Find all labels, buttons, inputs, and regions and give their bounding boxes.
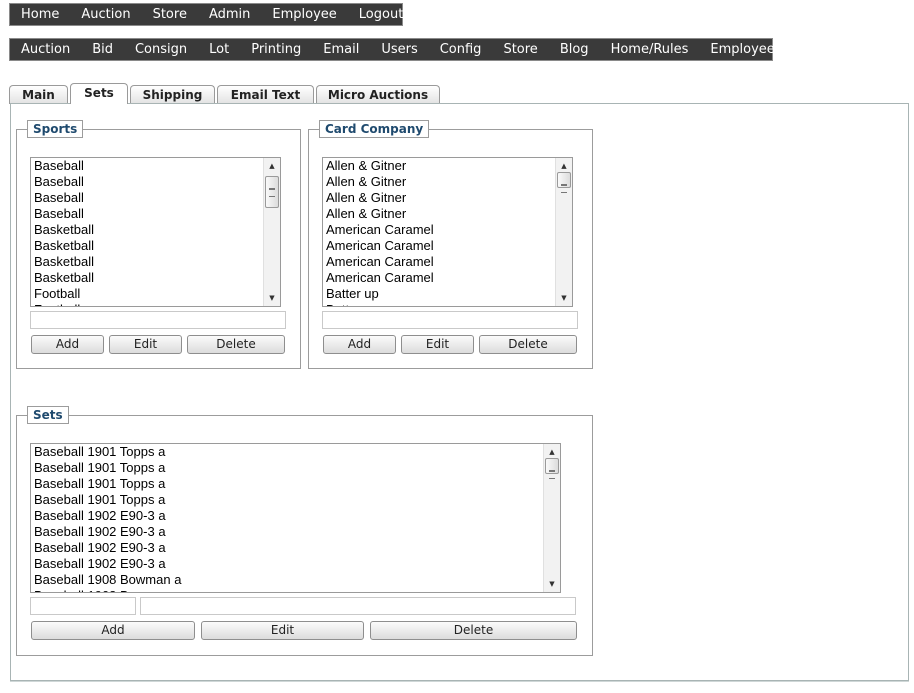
nav-logout-link[interactable]: Logout (348, 4, 415, 25)
sets-edit-button[interactable]: Edit (201, 621, 364, 640)
scroll-thumb[interactable] (265, 176, 279, 208)
nav-admin-link[interactable]: Admin (198, 4, 261, 25)
list-item[interactable]: Basketball (31, 270, 264, 286)
sports-listbox[interactable]: Baseball Baseball Baseball Baseball Basketba… (30, 157, 281, 307)
list-item[interactable]: Baseball 1902 E90-3 a (31, 508, 544, 524)
admin-nav-bar: Auction Bid Consign Lot Printing Email U… (9, 38, 782, 61)
list-item[interactable]: Basketball (31, 238, 264, 254)
list-item[interactable]: Baseball 1908 Bowman a (31, 572, 544, 588)
list-item[interactable]: Batter up (323, 286, 556, 302)
card-company-legend: Card Company (319, 120, 430, 138)
list-item[interactable]: American Caramel (323, 254, 556, 270)
card-company-name-input[interactable] (322, 311, 578, 329)
scroll-thumb[interactable] (557, 172, 571, 193)
nav-store-link[interactable]: Store (142, 4, 198, 25)
sets-list-items: Baseball 1901 Topps a Baseball 1901 Topps… (31, 444, 544, 592)
card-company-add-button[interactable]: Add (323, 335, 396, 354)
sports-legend: Sports (27, 120, 84, 138)
sports-edit-button[interactable]: Edit (109, 335, 182, 354)
panel-bottom-divider (10, 681, 909, 682)
nav-employee-link[interactable]: Employee (261, 4, 347, 25)
admin-nav-config-link[interactable]: Config (429, 39, 493, 60)
sets-legend: Sets (27, 406, 69, 424)
sets-delete-button[interactable]: Delete (370, 621, 577, 640)
list-item[interactable]: Baseball 1901 Topps a (31, 444, 544, 460)
list-item[interactable]: Baseball 1901 Topps a (31, 476, 544, 492)
list-item[interactable]: Baseball 1902 E90-3 a (31, 524, 544, 540)
nav-auction-link[interactable]: Auction (70, 4, 141, 25)
settings-tabs: Main Sets Shipping Email Text Micro Auct… (9, 83, 442, 104)
top-nav-bar: Home Auction Store Admin Employee Logout (9, 3, 403, 26)
nav-home-link[interactable]: Home (10, 4, 70, 25)
sports-group: Sports Baseball Baseball Baseball Baseball B… (16, 120, 301, 369)
list-item[interactable]: American Caramel (323, 270, 556, 286)
list-item[interactable]: American Caramel (323, 238, 556, 254)
list-item[interactable]: Baseball (31, 190, 264, 206)
admin-nav-printing-link[interactable]: Printing (240, 39, 312, 60)
admin-nav-store-link[interactable]: Store (492, 39, 548, 60)
sets-listbox[interactable]: Baseball 1901 Topps a Baseball 1901 Topps… (30, 443, 561, 593)
scroll-up-arrow-icon[interactable]: ▲ (556, 160, 572, 172)
card-company-listbox[interactable]: Allen & Gitner Allen & Gitner Allen & Gitn… (322, 157, 573, 307)
list-item[interactable]: Baseball 1902 E90-3 a (31, 556, 544, 572)
admin-nav-email-link[interactable]: Email (312, 39, 370, 60)
admin-nav-users-link[interactable]: Users (370, 39, 428, 60)
list-item[interactable]: Basketball (31, 254, 264, 270)
sets-group: Sets Baseball 1901 Topps a Baseball 1901 … (16, 406, 593, 656)
list-item[interactable]: Baseball 1901 Topps a (31, 492, 544, 508)
sports-list-items: Baseball Baseball Baseball Baseball Basketba… (31, 158, 264, 306)
list-item[interactable]: Football (31, 286, 264, 302)
list-item[interactable]: Baseball (31, 174, 264, 190)
sports-add-button[interactable]: Add (31, 335, 104, 354)
list-item[interactable]: Allen & Gitner (323, 174, 556, 190)
list-item[interactable]: Batter up (323, 302, 556, 306)
admin-nav-bid-link[interactable]: Bid (81, 39, 124, 60)
list-item[interactable]: Baseball (31, 206, 264, 222)
admin-nav-blog-link[interactable]: Blog (549, 39, 600, 60)
list-item[interactable]: Allen & Gitner (323, 190, 556, 206)
sports-delete-button[interactable]: Delete (187, 335, 285, 354)
tab-main[interactable]: Main (9, 85, 68, 104)
card-company-list-items: Allen & Gitner Allen & Gitner Allen & Gitn… (323, 158, 556, 306)
scroll-thumb[interactable] (545, 458, 559, 479)
list-item[interactable]: Baseball (31, 158, 264, 174)
list-item[interactable]: Allen & Gitner (323, 206, 556, 222)
list-item[interactable]: American Caramel (323, 222, 556, 238)
list-item[interactable]: Football (31, 302, 264, 306)
tab-email-text[interactable]: Email Text (217, 85, 314, 104)
card-company-group: Card Company Allen & Gitner Allen & Gitne… (308, 120, 593, 369)
scroll-up-arrow-icon[interactable]: ▲ (544, 446, 560, 458)
tab-shipping[interactable]: Shipping (130, 85, 215, 104)
sets-name-input[interactable] (140, 597, 576, 615)
admin-nav-employees-link[interactable]: Employees (699, 39, 792, 60)
sets-short-input[interactable] (30, 597, 136, 615)
admin-nav-home-rules-link[interactable]: Home/Rules (600, 39, 700, 60)
sets-add-button[interactable]: Add (31, 621, 195, 640)
sports-name-input[interactable] (30, 311, 286, 329)
card-company-scrollbar[interactable]: ▲ ▼ (555, 158, 572, 306)
list-item[interactable]: Baseball 1901 Topps a (31, 460, 544, 476)
card-company-edit-button[interactable]: Edit (401, 335, 474, 354)
tab-micro-auctions[interactable]: Micro Auctions (316, 85, 440, 104)
list-item[interactable]: Baseball 1908 Bowman a (31, 588, 544, 592)
list-item[interactable]: Baseball 1902 E90-3 a (31, 540, 544, 556)
tab-sets[interactable]: Sets (70, 83, 128, 104)
scroll-up-arrow-icon[interactable]: ▲ (264, 160, 280, 172)
admin-nav-auction-link[interactable]: Auction (10, 39, 81, 60)
list-item[interactable]: Allen & Gitner (323, 158, 556, 174)
sets-scrollbar[interactable]: ▲ ▼ (543, 444, 560, 592)
list-item[interactable]: Basketball (31, 222, 264, 238)
card-company-delete-button[interactable]: Delete (479, 335, 577, 354)
scroll-down-arrow-icon[interactable]: ▼ (556, 292, 572, 304)
scroll-down-arrow-icon[interactable]: ▼ (264, 292, 280, 304)
scroll-down-arrow-icon[interactable]: ▼ (544, 578, 560, 590)
admin-nav-consign-link[interactable]: Consign (124, 39, 198, 60)
sports-scrollbar[interactable]: ▲ ▼ (263, 158, 280, 306)
admin-nav-lot-link[interactable]: Lot (198, 39, 240, 60)
